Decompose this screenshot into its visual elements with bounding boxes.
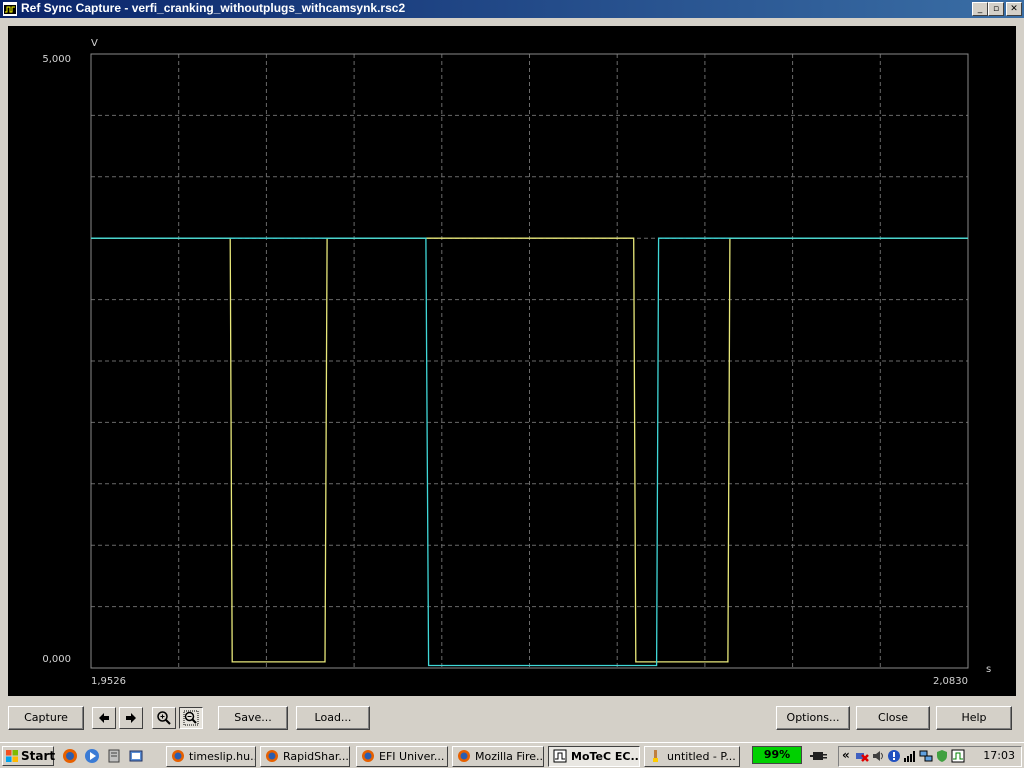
next-button[interactable]: [119, 707, 143, 729]
options-button[interactable]: Options...: [776, 706, 850, 730]
tray-expand-chevron[interactable]: «: [842, 748, 850, 762]
task-motec[interactable]: MoTeC EC...: [548, 746, 640, 767]
zoom-out-icon: [183, 710, 199, 726]
firefox-quicklaunch-icon[interactable]: [62, 748, 78, 764]
capture-button[interactable]: Capture: [8, 706, 84, 730]
signal-chart[interactable]: V s 5,000 0,000 1,9526 2,0830: [8, 26, 1016, 696]
motec-app-icon: [553, 749, 567, 763]
title-bar: Ref Sync Capture - verfi_cranking_withou…: [0, 0, 1024, 18]
battery-indicator[interactable]: 99%: [752, 746, 802, 764]
start-label: Start: [21, 749, 56, 763]
signal-strength-icon[interactable]: [903, 749, 917, 763]
x-tick-max: 2,0830: [933, 676, 968, 687]
firefox-icon: [362, 750, 374, 762]
security-shield-icon[interactable]: [935, 749, 949, 763]
monitor-app-icon[interactable]: [951, 749, 965, 763]
task-timeslip[interactable]: timeslip.hu...: [166, 746, 256, 767]
network-error-icon[interactable]: [855, 749, 869, 763]
alert-icon[interactable]: [887, 749, 901, 763]
app-icon: [3, 2, 17, 16]
start-button[interactable]: Start: [2, 746, 56, 766]
minimize-button[interactable]: _: [972, 2, 988, 16]
power-plug-icon[interactable]: [810, 749, 828, 763]
clock: 17:03: [983, 749, 1015, 762]
prev-button[interactable]: [92, 707, 116, 729]
y-axis-unit: V: [91, 38, 98, 49]
paint-icon: [653, 750, 658, 762]
window-title: Ref Sync Capture - verfi_cranking_withou…: [21, 1, 406, 15]
task-rapidshare[interactable]: RapidShar...: [260, 746, 350, 767]
firefox-icon: [266, 750, 278, 762]
x-axis-unit: s: [986, 664, 991, 675]
system-tray: « 17:03: [838, 746, 1022, 767]
taskbar: Start timeslip.hu... RapidShar... EFI Un…: [0, 742, 1024, 768]
task-label: timeslip.hu...: [189, 750, 256, 763]
network-computers-icon[interactable]: [919, 749, 933, 763]
zoom-in-icon: [157, 711, 171, 725]
x-tick-min: 1,9526: [91, 676, 126, 687]
arrow-right-icon: [126, 713, 136, 723]
firefox-icon: [458, 750, 470, 762]
save-button[interactable]: Save...: [218, 706, 288, 730]
media-player-icon[interactable]: [84, 748, 100, 764]
maximize-button[interactable]: ▫: [988, 2, 1004, 16]
windows-logo-icon: [6, 750, 18, 762]
task-mozilla-firefox[interactable]: Mozilla Fire...: [452, 746, 544, 767]
grid-lines: [91, 54, 968, 668]
task-label: untitled - P...: [667, 750, 736, 763]
y-tick-min: 0,000: [42, 654, 71, 665]
task-label: Mozilla Fire...: [475, 750, 544, 763]
zoom-in-button[interactable]: [152, 707, 176, 729]
task-efi-university[interactable]: EFI Univer...: [356, 746, 448, 767]
task-label: EFI Univer...: [379, 750, 445, 763]
speaker-icon[interactable]: [871, 749, 885, 763]
task-label: RapidShar...: [283, 750, 349, 763]
zoom-out-button[interactable]: [179, 707, 203, 729]
task-label: MoTeC EC...: [571, 750, 640, 763]
close-window-button[interactable]: ✕: [1006, 2, 1022, 16]
window-switch-icon[interactable]: [128, 748, 144, 764]
close-button[interactable]: Close: [856, 706, 930, 730]
load-button[interactable]: Load...: [296, 706, 370, 730]
task-paint[interactable]: untitled - P...: [644, 746, 740, 767]
desktop-quicklaunch-icon[interactable]: [106, 748, 122, 764]
arrow-left-icon: [99, 713, 109, 723]
help-button[interactable]: Help: [936, 706, 1012, 730]
firefox-icon: [172, 750, 184, 762]
plot-area[interactable]: V s 5,000 0,000 1,9526 2,0830: [8, 26, 1016, 696]
y-tick-max: 5,000: [42, 54, 71, 65]
